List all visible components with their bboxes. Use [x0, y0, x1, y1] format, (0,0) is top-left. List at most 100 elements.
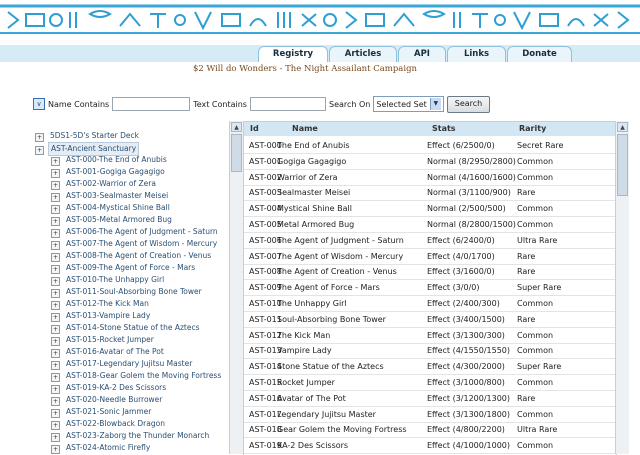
table-row[interactable]: AST-017 Legendary Jujitsu Master Effect (3…: [244, 407, 616, 423]
tree-card-node[interactable]: + AST-009-The Agent of Force - Mars: [51, 262, 197, 274]
tree-card-node[interactable]: + AST-021-Sonic Jammer: [51, 406, 153, 418]
tree-card-node[interactable]: + AST-024-Atomic Firefly: [51, 442, 152, 454]
tree-node-label[interactable]: AST-006-The Agent of Judgment - Saturn: [64, 226, 220, 238]
tab-registry[interactable]: Registry: [258, 46, 328, 62]
expand-icon[interactable]: +: [51, 217, 60, 226]
expand-icon[interactable]: +: [51, 253, 60, 262]
tree-node-label[interactable]: AST-004-Mystical Shine Ball: [64, 202, 172, 214]
expand-icon[interactable]: +: [51, 277, 60, 286]
tree-node-label[interactable]: AST-008-The Agent of Creation - Venus: [64, 250, 213, 262]
expand-icon[interactable]: +: [51, 337, 60, 346]
tree-node-label[interactable]: AST-002-Warrior of Zera: [64, 178, 158, 190]
table-row[interactable]: AST-000 The End of Anubis Effect (6/2500/0…: [244, 138, 616, 154]
column-header-name[interactable]: Name: [292, 122, 318, 136]
tree-card-node[interactable]: + AST-006-The Agent of Judgment - Saturn: [51, 226, 220, 238]
tree-scrollbar[interactable]: ▲: [229, 121, 243, 454]
expand-icon[interactable]: +: [51, 181, 60, 190]
tab-donate[interactable]: Donate: [507, 46, 572, 62]
table-row[interactable]: AST-015 Rocket Jumper Effect (3/1000/800) C…: [244, 375, 616, 391]
tree-card-node[interactable]: + AST-007-The Agent of Wisdom - Mercury: [51, 238, 219, 250]
tree-node-label[interactable]: AST-014-Stone Statue of the Aztecs: [64, 322, 202, 334]
expand-icon[interactable]: +: [51, 433, 60, 442]
tree-node-label[interactable]: AST-022-Blowback Dragon: [64, 418, 167, 430]
tree-node-label[interactable]: AST-015-Rocket Jumper: [64, 334, 156, 346]
expand-icon[interactable]: +: [51, 313, 60, 322]
tree-node-label[interactable]: AST-020-Needle Burrower: [64, 394, 164, 406]
expand-icon[interactable]: +: [51, 205, 60, 214]
scroll-up-icon[interactable]: ▲: [617, 122, 628, 132]
expand-icon[interactable]: +: [51, 397, 60, 406]
tree-node-label[interactable]: AST-021-Sonic Jammer: [64, 406, 153, 418]
table-row[interactable]: AST-008 The Agent of Creation - Venus Effe…: [244, 264, 616, 281]
table-row[interactable]: AST-014 Stone Statue of the Aztecs Effect …: [244, 359, 616, 376]
table-row[interactable]: AST-018 Gear Golem the Moving Fortress Eff…: [244, 422, 616, 439]
table-row[interactable]: AST-013 Vampire Lady Effect (4/1550/1550) C…: [244, 343, 616, 360]
table-row[interactable]: AST-004 Mystical Shine Ball Normal (2/500/…: [244, 201, 616, 218]
tree-card-node[interactable]: + AST-012-The Kick Man: [51, 298, 151, 310]
table-row[interactable]: AST-012 The Kick Man Effect (3/1300/300) Co…: [244, 328, 616, 344]
expand-icon[interactable]: +: [51, 229, 60, 238]
tree-card-node[interactable]: + AST-018-Gear Golem the Moving Fortress: [51, 370, 223, 382]
table-row[interactable]: AST-005 Metal Armored Bug Normal (8/2800/1…: [244, 217, 616, 233]
tree-node-label[interactable]: AST-010-The Unhappy Girl: [64, 274, 166, 286]
scroll-up-icon[interactable]: ▲: [231, 122, 242, 132]
tree-node-label[interactable]: AST-000-The End of Anubis: [64, 154, 169, 166]
tree-card-node[interactable]: + AST-023-Zaborg the Thunder Monarch: [51, 430, 211, 442]
search-on-select[interactable]: Selected Set ▼: [373, 96, 444, 112]
expand-icon[interactable]: +: [51, 241, 60, 250]
table-row[interactable]: AST-019 KA-2 Des Scissors Effect (4/1000/1…: [244, 438, 616, 455]
tree-node-label[interactable]: AST-005-Metal Armored Bug: [64, 214, 174, 226]
expand-icon[interactable]: +: [51, 445, 60, 454]
expand-icon[interactable]: +: [51, 409, 60, 418]
tree-node-label[interactable]: AST-018-Gear Golem the Moving Fortress: [64, 370, 223, 382]
tree-node-label[interactable]: 5DS1-5D's Starter Deck: [48, 130, 141, 142]
text-contains-input[interactable]: [249, 97, 326, 111]
tree-node-label[interactable]: AST-016-Avatar of The Pot: [64, 346, 166, 358]
table-row[interactable]: AST-003 Sealmaster Meisei Normal (3/1100/9…: [244, 185, 616, 202]
table-row[interactable]: AST-016 Avatar of The Pot Effect (3/1200/1…: [244, 391, 616, 407]
grid-scrollbar[interactable]: ▲: [615, 121, 629, 454]
campaign-banner-text[interactable]: $2 Will do Wonders - The Night Assailant…: [0, 64, 610, 74]
expand-icon[interactable]: +: [51, 301, 60, 310]
tree-node-label[interactable]: AST-001-Gogiga Gagagigo: [64, 166, 167, 178]
table-row[interactable]: AST-002 Warrior of Zera Normal (4/1600/160…: [244, 170, 616, 186]
expand-icon[interactable]: +: [51, 289, 60, 298]
tree-card-node[interactable]: + AST-020-Needle Burrower: [51, 394, 164, 406]
table-row[interactable]: AST-001 Gogiga Gagagigo Normal (8/2950/280…: [244, 154, 616, 170]
expand-icon[interactable]: +: [51, 373, 60, 382]
expand-icon[interactable]: +: [51, 193, 60, 202]
tree-set-node[interactable]: +5DS1-5D's Starter Deck: [35, 130, 141, 142]
tree-set-node[interactable]: + AST-Ancient Sanctuary: [35, 142, 140, 156]
expand-icon[interactable]: +: [51, 157, 60, 166]
tree-card-node[interactable]: + AST-010-The Unhappy Girl: [51, 274, 166, 286]
tree-node-label[interactable]: AST-003-Sealmaster Meisei: [64, 190, 170, 202]
tree-card-node[interactable]: + AST-003-Sealmaster Meisei: [51, 190, 170, 202]
tree-card-node[interactable]: + AST-014-Stone Statue of the Aztecs: [51, 322, 202, 334]
tab-links[interactable]: Links: [447, 46, 506, 62]
expand-icon[interactable]: +: [35, 146, 44, 155]
table-row[interactable]: AST-011 Soul-Absorbing Bone Tower Effect (…: [244, 312, 616, 328]
name-contains-input[interactable]: [112, 97, 191, 111]
scroll-thumb[interactable]: [617, 134, 628, 196]
collapse-toggle-icon[interactable]: ∨: [33, 98, 45, 110]
tree-card-node[interactable]: + AST-011-Soul-Absorbing Bone Tower: [51, 286, 204, 298]
tree-card-node[interactable]: + AST-000-The End of Anubis: [51, 154, 169, 166]
tree-card-node[interactable]: + AST-013-Vampire Lady: [51, 310, 152, 322]
column-header-stats[interactable]: Stats: [432, 122, 456, 136]
tree-card-node[interactable]: + AST-002-Warrior of Zera: [51, 178, 158, 190]
expand-icon[interactable]: +: [51, 421, 60, 430]
tree-node-label[interactable]: AST-007-The Agent of Wisdom - Mercury: [64, 238, 219, 250]
tree-card-node[interactable]: + AST-019-KA-2 Des Scissors: [51, 382, 168, 394]
tree-card-node[interactable]: + AST-015-Rocket Jumper: [51, 334, 156, 346]
expand-icon[interactable]: +: [51, 325, 60, 334]
search-button[interactable]: Search: [446, 95, 491, 113]
expand-icon[interactable]: +: [51, 169, 60, 178]
tree-card-node[interactable]: + AST-004-Mystical Shine Ball: [51, 202, 172, 214]
tree-node-label[interactable]: AST-017-Legendary Jujitsu Master: [64, 358, 194, 370]
table-row[interactable]: AST-007 The Agent of Wisdom - Mercury Effe…: [244, 249, 616, 265]
tab-articles[interactable]: Articles: [329, 46, 397, 62]
tab-api[interactable]: API: [398, 46, 446, 62]
table-row[interactable]: AST-006 The Agent of Judgment - Saturn Eff…: [244, 233, 616, 249]
scroll-thumb[interactable]: [231, 134, 242, 172]
expand-icon[interactable]: +: [51, 385, 60, 394]
